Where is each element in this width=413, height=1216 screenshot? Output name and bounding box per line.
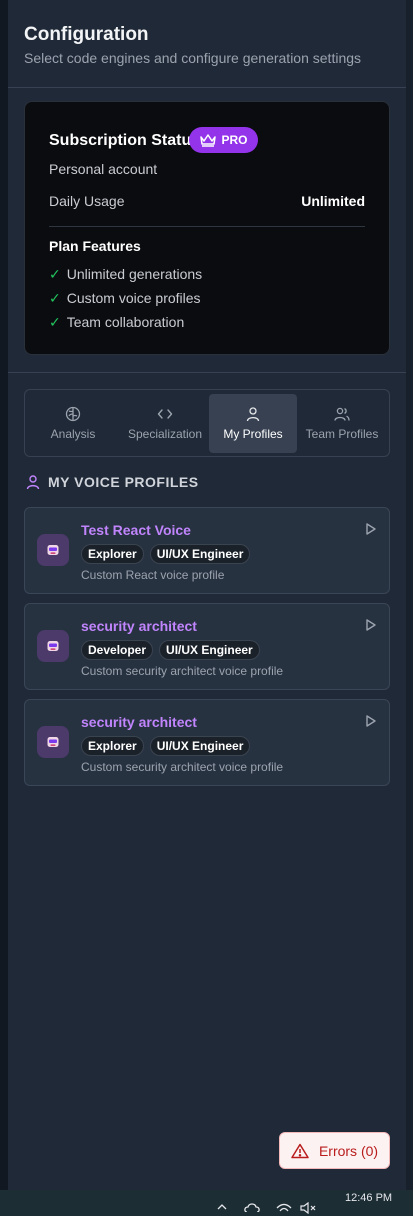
warning-icon: [291, 1143, 309, 1158]
tab-label: Specialization: [127, 427, 203, 441]
feature-label: Custom voice profiles: [66, 290, 201, 306]
wifi-icon[interactable]: [276, 1202, 292, 1212]
profile-description: Custom security architect voice profile: [81, 760, 284, 774]
tab-analysis[interactable]: Analysis: [29, 394, 117, 453]
panel-header: Configuration Select code engines and co…: [8, 0, 406, 88]
check-icon: ✓: [49, 290, 61, 306]
avatar: [37, 534, 69, 566]
divider: [49, 226, 365, 227]
play-icon[interactable]: [365, 618, 377, 632]
profile-tags: Explorer UI/UX Engineer: [81, 736, 251, 756]
code-icon: [157, 409, 173, 419]
play-icon[interactable]: [365, 714, 377, 728]
bot-icon: [47, 641, 59, 651]
profile-card[interactable]: Test React Voice Explorer UI/UX Engineer…: [24, 507, 390, 594]
profile-card[interactable]: security architect Developer UI/UX Engin…: [24, 603, 390, 690]
feature-item: ✓ Custom voice profiles: [49, 290, 201, 307]
left-edge: [0, 0, 8, 1190]
profile-name: security architect: [81, 714, 197, 730]
config-panel: Configuration Select code engines and co…: [8, 0, 406, 1190]
speaker-muted-icon[interactable]: [300, 1202, 318, 1214]
my-voice-profiles-heading: MY VOICE PROFILES: [26, 474, 199, 490]
tag-badge: UI/UX Engineer: [159, 640, 260, 660]
avatar: [37, 630, 69, 662]
cloud-icon[interactable]: [244, 1202, 260, 1212]
tag-badge: Explorer: [81, 736, 144, 756]
tab-label: Analysis: [50, 427, 96, 441]
daily-usage-value: Unlimited: [301, 193, 365, 209]
tag-badge: Developer: [81, 640, 154, 660]
brain-icon: [65, 406, 81, 422]
tab-specialization[interactable]: Specialization: [121, 394, 209, 453]
plan-features-title: Plan Features: [49, 238, 141, 254]
play-icon[interactable]: [365, 522, 377, 536]
feature-label: Unlimited generations: [66, 266, 203, 282]
profile-tags: Explorer UI/UX Engineer: [81, 544, 251, 564]
chevron-up-icon[interactable]: [217, 1202, 227, 1210]
avatar: [37, 726, 69, 758]
taskbar-clock: 12:46 PM: [345, 1192, 393, 1204]
right-edge: [406, 0, 413, 1190]
section-divider: [8, 372, 406, 373]
errors-button[interactable]: Errors (0): [279, 1132, 390, 1169]
daily-usage-label: Daily Usage: [49, 193, 125, 209]
tag-badge: UI/UX Engineer: [149, 736, 251, 756]
tab-label: Team Profiles: [305, 427, 379, 441]
section-title: MY VOICE PROFILES: [48, 474, 199, 490]
tab-label: My Profiles: [223, 427, 283, 441]
tag-badge: UI/UX Engineer: [149, 544, 251, 564]
user-icon: [246, 407, 260, 422]
check-icon: ✓: [49, 266, 61, 282]
feature-item: ✓ Unlimited generations: [49, 266, 202, 283]
profile-card[interactable]: security architect Explorer UI/UX Engine…: [24, 699, 390, 786]
subscription-title: Subscription Status: [49, 132, 201, 149]
crown-icon: [200, 134, 217, 147]
account-type: Personal account: [49, 161, 158, 177]
pro-badge-label: PRO: [221, 133, 248, 147]
user-icon: [26, 475, 40, 490]
bot-icon: [47, 737, 59, 747]
tab-team-profiles[interactable]: Team Profiles: [298, 394, 386, 453]
taskbar: 12:46 PM: [0, 1190, 413, 1216]
profile-name: Test React Voice: [81, 522, 191, 538]
page-subtitle: Select code engines and configure genera…: [24, 50, 362, 66]
subscription-card: Subscription Status PRO Personal account…: [24, 101, 390, 355]
page-title: Configuration: [24, 24, 149, 45]
profile-tabs: Analysis Specialization My Profiles Team…: [24, 389, 390, 457]
profile-tags: Developer UI/UX Engineer: [81, 640, 260, 660]
tag-badge: Explorer: [81, 544, 144, 564]
bot-icon: [47, 545, 59, 555]
profile-description: Custom security architect voice profile: [81, 664, 284, 678]
errors-label: Errors (0): [318, 1142, 379, 1159]
check-icon: ✓: [49, 314, 61, 330]
profile-name: security architect: [81, 618, 197, 634]
users-icon: [334, 407, 350, 421]
tab-my-profiles[interactable]: My Profiles: [209, 394, 297, 453]
feature-label: Team collaboration: [66, 314, 185, 330]
feature-item: ✓ Team collaboration: [49, 314, 184, 331]
profile-description: Custom React voice profile: [81, 568, 225, 582]
pro-badge: PRO: [189, 127, 258, 153]
